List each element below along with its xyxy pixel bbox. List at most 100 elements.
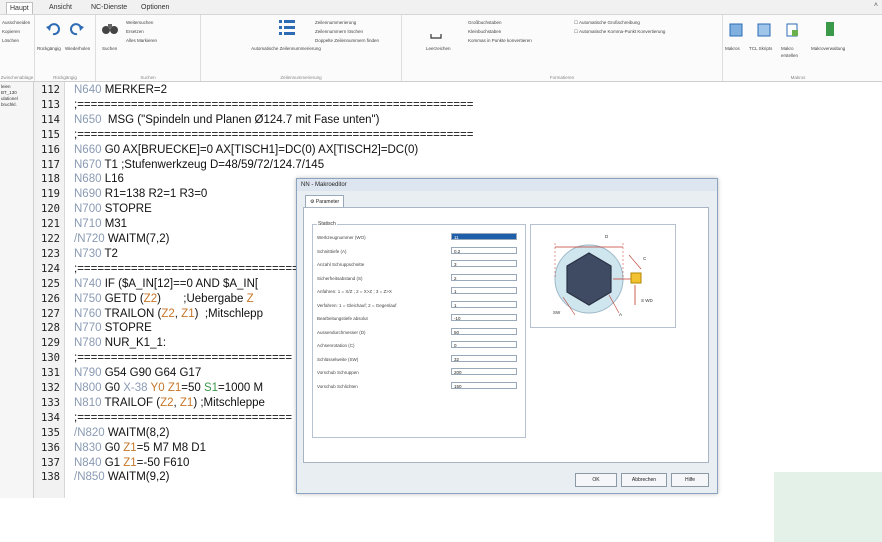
macro-management-button[interactable]: Makroverwaltung xyxy=(811,45,845,52)
code-text: G0 xyxy=(101,441,124,454)
param-value-field[interactable]: 150 xyxy=(451,381,517,389)
code-line[interactable]: N830 G0 Z1=5 M7 M8 D1 xyxy=(74,442,206,454)
ok-button[interactable]: OK xyxy=(575,473,617,487)
code-line[interactable]: N710 M31 xyxy=(74,218,127,230)
code-line[interactable]: ;=======================================… xyxy=(74,129,473,141)
code-text: TRAILOF ( xyxy=(101,396,161,409)
delete-button[interactable]: Löschen xyxy=(2,37,19,44)
param-value-field[interactable]: 2 xyxy=(451,273,517,281)
commas-to-points-button[interactable]: Kommas in Punkte konvertieren xyxy=(468,37,532,44)
code-line[interactable]: ;=======================================… xyxy=(74,99,473,111)
sidebar-item[interactable]: BT_130 xyxy=(1,90,17,95)
numbering-button[interactable]: Zeilennummerierung xyxy=(315,19,356,26)
code-line[interactable]: N670 T1 ;Stufenwerkzeug D=48/59/72/124.7… xyxy=(74,159,324,171)
code-line[interactable]: /N850 WAITM(9,2) xyxy=(74,471,169,483)
code-line[interactable]: N680 L16 xyxy=(74,173,124,185)
tab-optionen[interactable]: Optionen xyxy=(138,2,172,13)
tab-haupt[interactable]: Haupt xyxy=(6,2,33,14)
binoculars-icon[interactable] xyxy=(102,21,118,40)
auto-numbering-button[interactable]: Automatische Zeilennummerierung xyxy=(251,45,321,52)
code-line[interactable]: ;================================ xyxy=(74,352,292,364)
format-group-label: Formatieren xyxy=(549,75,575,80)
sidebar-item[interactable]: bruchkl. xyxy=(1,102,17,107)
line-number: 133 xyxy=(41,396,60,409)
copy-button[interactable]: Kopieren xyxy=(2,28,20,35)
param-value-field[interactable]: 32 xyxy=(451,354,517,362)
code-line[interactable]: N690 R1=138 R2=1 R3=0 xyxy=(74,188,207,200)
code-line[interactable]: N650 MSG ("Spindeln und Planen Ø124.7 mi… xyxy=(74,114,379,126)
code-line[interactable]: ;================================ xyxy=(74,412,292,424)
param-value-field[interactable]: 0 xyxy=(451,341,517,348)
macro-management-icon[interactable] xyxy=(823,21,837,42)
delete-numbers-button[interactable]: Zeilennummern löschen xyxy=(315,28,363,35)
redo-button[interactable]: Wiederholen xyxy=(65,45,90,52)
code-line[interactable]: N770 STOPRE xyxy=(74,322,152,334)
redo-icon[interactable] xyxy=(69,21,85,42)
code-line[interactable]: N760 TRAILON (Z2, Z1) ;Mitschlepp xyxy=(74,308,263,320)
code-line[interactable]: N700 STOPRE xyxy=(74,203,152,215)
create-macro-button[interactable]: Makro erstellen xyxy=(781,45,805,59)
param-value-field[interactable]: 3 xyxy=(451,260,517,267)
code-text: MSG ("Spindeln und Planen Ø124.7 mit Fas… xyxy=(101,113,380,126)
axis-token: Y0 xyxy=(150,382,165,394)
lowercase-button[interactable]: Kleinbuchstaben xyxy=(468,28,501,35)
sidebar-item[interactable]: ulationel xyxy=(1,96,18,101)
cancel-button[interactable]: Abbrechen xyxy=(621,473,667,487)
code-line[interactable]: N730 T2 xyxy=(74,248,118,260)
code-line[interactable]: /N820 WAITM(8,2) xyxy=(74,427,169,439)
block-number: /N850 xyxy=(74,471,105,484)
param-value-field[interactable]: 1 xyxy=(451,300,517,308)
block-number: N710 xyxy=(74,218,102,231)
auto-comma-checkbox[interactable]: ☐ Automatische Komma-Punkt Konvertierung xyxy=(574,28,665,35)
code-line[interactable]: N810 TRAILOF (Z2, Z1) ;Mitschleppe xyxy=(74,397,265,409)
space-icon[interactable] xyxy=(430,27,442,45)
find-next-button[interactable]: Weitersuchen xyxy=(126,19,153,26)
param-value-field[interactable]: 200 xyxy=(451,368,517,375)
block-number: N830 xyxy=(74,441,102,454)
param-value-field[interactable]: 50 xyxy=(451,327,517,335)
code-text: MERKER=2 xyxy=(101,84,168,96)
create-macro-icon[interactable] xyxy=(785,23,799,42)
uppercase-button[interactable]: Großbuchstaben xyxy=(468,19,502,26)
select-all-button[interactable]: Alles Markieren xyxy=(126,37,157,44)
code-line[interactable]: N800 G0 X-38 Y0 Z1=50 S1=1000 M xyxy=(74,382,263,394)
find-button[interactable]: Suchen xyxy=(102,45,117,52)
line-number: 136 xyxy=(41,441,60,454)
tab-nc-dienste[interactable]: NC-Dienste xyxy=(88,2,130,13)
macros-button[interactable]: Makros xyxy=(725,45,740,52)
replace-button[interactable]: Ersetzen xyxy=(126,28,144,35)
param-value-field[interactable]: 0.2 xyxy=(451,246,517,254)
tcl-scripts-icon[interactable] xyxy=(757,23,771,42)
code-line[interactable]: N660 G0 AX[BRUECKE]=0 AX[TISCH1]=DC(0) A… xyxy=(74,144,418,156)
cut-button[interactable]: Ausschneiden xyxy=(2,19,30,26)
line-number: 112 xyxy=(41,84,60,96)
param-value-field[interactable]: 1 xyxy=(451,287,517,294)
block-number: N640 xyxy=(74,84,102,96)
space-button[interactable]: Leerzeichen xyxy=(426,45,451,52)
find-duplicate-numbers-button[interactable]: Doppelte Zeilennummern finden xyxy=(315,37,379,44)
auto-uppercase-checkbox[interactable]: ☐ Automatische Großschreibung xyxy=(574,19,640,26)
param-value-field[interactable]: -10 xyxy=(451,314,517,321)
axis-token: Z1 xyxy=(123,441,137,454)
code-line[interactable]: N840 G1 Z1=-50 F610 xyxy=(74,457,189,469)
param-value-field[interactable]: 11 xyxy=(451,233,517,240)
line-number: 126 xyxy=(41,292,60,305)
ribbon-collapse-icon[interactable]: ˄ xyxy=(874,2,878,9)
numbered-list-icon[interactable] xyxy=(279,19,295,42)
macros-icon[interactable] xyxy=(729,23,743,42)
undo-button[interactable]: Rückgängig xyxy=(37,45,61,52)
help-button[interactable]: Hilfe xyxy=(671,473,709,487)
code-line[interactable]: N790 G54 G90 G64 G17 xyxy=(74,367,201,379)
code-line[interactable]: N780 NUR_K1_1: xyxy=(74,337,166,349)
code-line[interactable]: N750 GETD (Z2) ;Uebergabe Z xyxy=(74,293,254,305)
param-row: Sicherheitsabstand (S) 2 xyxy=(317,273,523,283)
code-line[interactable]: N640 MERKER=2 xyxy=(74,84,167,96)
tcl-scripts-button[interactable]: TCL Skripts xyxy=(749,45,772,52)
code-line[interactable]: N740 IF ($A_IN[12]==0 AND $A_IN[ xyxy=(74,278,258,290)
undo-icon[interactable] xyxy=(45,21,61,42)
code-line[interactable]: /N720 WAITM(7,2) xyxy=(74,233,169,245)
numbering-group-label: Zeilennummerierung xyxy=(280,75,322,80)
code-text: TRAILON ( xyxy=(101,307,162,320)
tab-ansicht[interactable]: Ansicht xyxy=(46,2,75,13)
sidebar-item[interactable]: leien xyxy=(1,84,11,89)
